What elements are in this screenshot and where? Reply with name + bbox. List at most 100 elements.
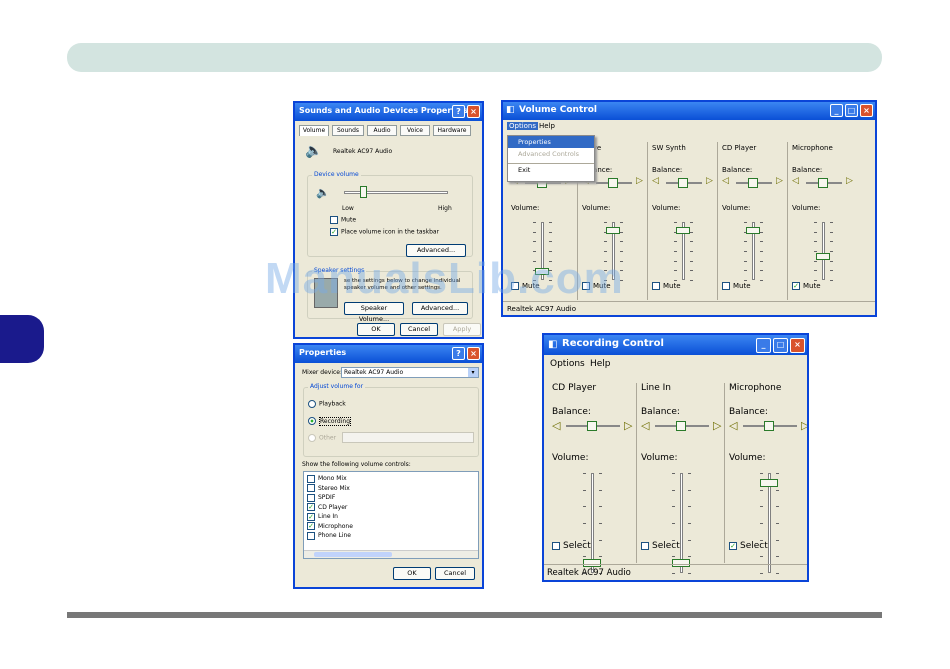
balance-thumb[interactable] (678, 178, 688, 188)
balance-thumb[interactable] (587, 421, 597, 431)
control-checkbox[interactable] (307, 493, 315, 502)
place-icon-checkbox[interactable]: ✓ Place volume icon in the taskbar (330, 228, 439, 236)
cancel-button[interactable]: Cancel (435, 567, 475, 580)
tab-audio[interactable]: Audio (367, 125, 397, 136)
mute-checkbox[interactable]: Mute (722, 282, 751, 290)
balance-thumb[interactable] (818, 178, 828, 188)
speaker-right-icon: ▷ (636, 176, 643, 186)
minimize-button[interactable]: _ (830, 104, 843, 117)
tick-mark (744, 280, 747, 281)
cancel-button[interactable]: Cancel (400, 323, 438, 336)
checkbox-box[interactable] (722, 282, 730, 290)
scroll-thumb[interactable] (314, 552, 392, 557)
volume-slider[interactable] (680, 473, 683, 573)
volume-label: Volume: (552, 453, 589, 463)
control-list-item[interactable]: Phone Line (304, 531, 478, 541)
tab-sounds[interactable]: Sounds (332, 125, 364, 136)
control-list-item[interactable]: ✓ Line In (304, 512, 478, 522)
mixer-device-select[interactable]: Realtek AC97 Audio ▾ (341, 367, 479, 378)
volume-label: Volume: (641, 453, 678, 463)
mute-checkbox[interactable]: Mute (652, 282, 681, 290)
volume-slider[interactable] (822, 222, 825, 280)
horizontal-scrollbar[interactable] (304, 550, 478, 558)
control-label: Microphone (318, 522, 353, 530)
menu-help[interactable]: Help (539, 122, 555, 130)
checkbox-box[interactable] (641, 541, 649, 550)
playback-radio[interactable]: Playback (308, 400, 346, 408)
speaker-left-icon: ◁ (641, 419, 650, 432)
ok-button[interactable]: OK (357, 323, 395, 336)
control-list-item[interactable]: SPDIF (304, 493, 478, 503)
volume-slider[interactable] (591, 473, 594, 573)
control-checkbox[interactable]: ✓ (307, 503, 315, 511)
chevron-down-icon: ▾ (468, 368, 478, 377)
tab-hardware[interactable]: Hardware (433, 125, 471, 136)
menu-help[interactable]: Help (590, 359, 611, 369)
mute-checkbox[interactable]: ✓ Mute (792, 282, 821, 290)
minimize-button[interactable]: _ (756, 338, 771, 353)
close-button[interactable]: × (467, 347, 480, 360)
balance-thumb[interactable] (676, 421, 686, 431)
balance-thumb[interactable] (608, 178, 618, 188)
close-button[interactable]: × (860, 104, 873, 117)
ok-button[interactable]: OK (393, 567, 431, 580)
controls-list: Mono Mix Stereo Mix SPDIF ✓ CD Player ✓ Line I… (303, 471, 479, 559)
select-checkbox-label: Select (652, 541, 680, 551)
menu-item[interactable]: Properties (508, 136, 594, 148)
control-list-item[interactable]: ✓ Microphone (304, 522, 478, 532)
speaker-right-icon: ▷ (846, 176, 853, 186)
checkbox-box[interactable]: ✓ (792, 282, 800, 290)
volume-thumb[interactable] (746, 227, 760, 235)
tick-mark (690, 260, 693, 262)
control-list-item[interactable]: ✓ CD Player (304, 503, 478, 513)
tick-mark (830, 222, 833, 223)
tick-mark (672, 489, 675, 491)
recording-app-icon: ◧ (548, 339, 558, 350)
select-checkbox[interactable]: ✓ Select (729, 541, 768, 551)
control-list-item[interactable]: Stereo Mix (304, 484, 478, 494)
menu-options[interactable]: Options (507, 122, 539, 130)
volume-thumb[interactable] (816, 253, 830, 261)
volume-thumb[interactable] (760, 479, 778, 487)
high-label: High (438, 205, 452, 212)
menu-options[interactable]: Options (550, 359, 585, 369)
close-button[interactable]: × (790, 338, 805, 353)
mute-checkbox[interactable]: Mute (330, 216, 356, 224)
recording-radio[interactable]: Recording (308, 416, 352, 426)
tick-mark (620, 241, 623, 243)
tab-volume[interactable]: Volume (299, 125, 329, 136)
volume-slider[interactable] (768, 473, 771, 573)
control-checkbox[interactable]: ✓ (307, 512, 315, 521)
tab-voice[interactable]: Voice (400, 125, 430, 136)
checkbox-box[interactable] (552, 541, 560, 550)
menu-item[interactable]: Exit (508, 163, 594, 176)
other-radio[interactable]: Other (308, 434, 336, 442)
control-checkbox[interactable] (307, 484, 315, 492)
column-name: Microphone (792, 144, 833, 152)
volume-thumb[interactable] (676, 227, 690, 235)
help-button[interactable]: ? (452, 105, 465, 118)
volume-thumb[interactable] (606, 227, 620, 235)
help-button[interactable]: ? (452, 347, 465, 360)
other-select[interactable] (342, 432, 474, 443)
tick-mark (672, 506, 675, 508)
close-button[interactable]: × (467, 105, 480, 118)
select-checkbox[interactable]: Select (552, 541, 591, 551)
balance-thumb[interactable] (764, 421, 774, 431)
checkbox-box[interactable] (652, 282, 660, 290)
control-checkbox[interactable] (307, 474, 315, 483)
maximize-button[interactable]: □ (773, 338, 788, 353)
tick-mark (744, 222, 747, 223)
control-list-item[interactable]: Mono Mix (304, 474, 478, 484)
control-checkbox[interactable]: ✓ (307, 522, 315, 530)
device-volume-thumb[interactable] (360, 186, 367, 198)
balance-thumb[interactable] (748, 178, 758, 188)
apply-button[interactable]: Apply (443, 323, 481, 336)
checkbox-box[interactable]: ✓ (729, 541, 737, 550)
menu-item[interactable]: Advanced Controls (508, 148, 594, 160)
maximize-button[interactable]: □ (845, 104, 858, 117)
select-checkbox[interactable]: Select (641, 541, 680, 551)
tick-mark (620, 222, 623, 223)
tick-mark (744, 270, 747, 272)
control-checkbox[interactable] (307, 531, 315, 540)
